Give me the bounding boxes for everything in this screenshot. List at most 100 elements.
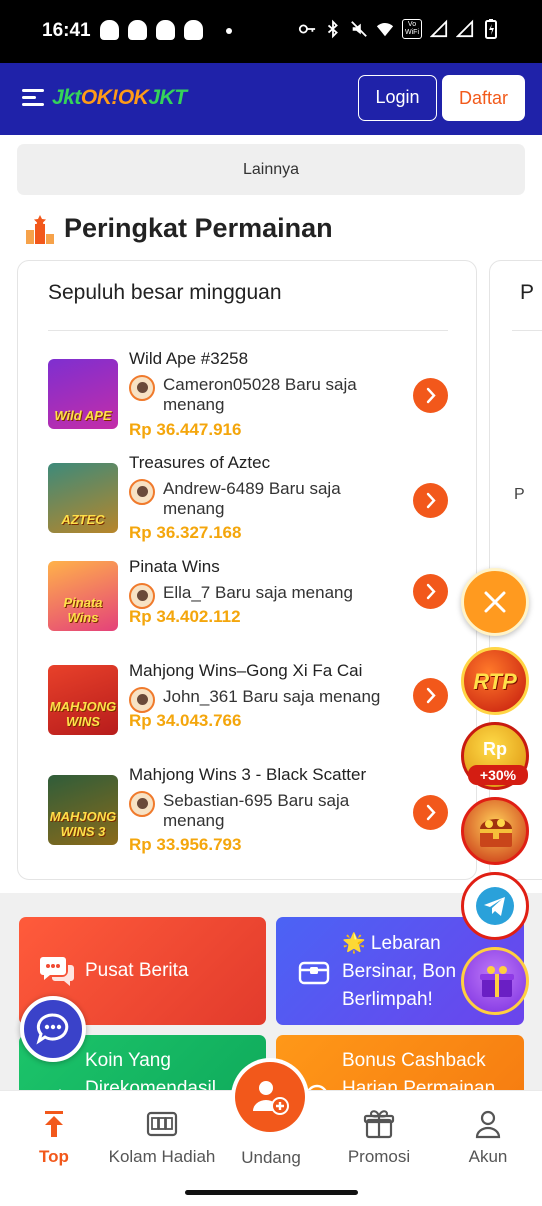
tile-label-line1: 🌟 Lebaran: [342, 933, 441, 954]
winner-info: Ella_7 Baru saja menang: [129, 583, 403, 609]
snapchat-icon: [184, 20, 203, 40]
home-indicator[interactable]: [185, 1190, 358, 1195]
weekly-top-ten-card: Sepuluh besar mingguan Wild APE Wild Ape…: [17, 260, 477, 880]
thumbnail-text: Pinata Wins: [63, 595, 103, 625]
register-button[interactable]: Daftar: [442, 75, 525, 121]
thumbnail-text: MAHJONG WINS 3: [49, 809, 117, 839]
invite-button-inner[interactable]: [235, 1062, 305, 1132]
menu-icon[interactable]: [22, 87, 46, 109]
thumbnail-text: AZTEC: [61, 512, 105, 527]
game-thumbnail[interactable]: AZTEC: [48, 463, 118, 533]
app-header: JktOK!OKJKT Login Daftar: [0, 63, 542, 135]
card-title: P: [520, 281, 535, 304]
prize-amount: Rp 36.327.168: [129, 523, 242, 542]
close-floating-menu-button[interactable]: [461, 568, 529, 636]
close-icon: [484, 591, 506, 613]
avatar: [129, 687, 155, 713]
tile-label: Pusat Berita: [85, 960, 189, 981]
snapchat-icon: [128, 20, 147, 40]
nav-top[interactable]: Top: [0, 1091, 108, 1175]
arrow-up-top-icon: [45, 1111, 63, 1137]
mute-icon: [351, 21, 367, 37]
winner-info: Sebastian-695 Baru saja menang: [129, 791, 373, 831]
battery-icon: [485, 19, 497, 39]
game-thumbnail[interactable]: Pinata Wins: [48, 561, 118, 631]
item-arrow-button[interactable]: [413, 574, 448, 609]
winner-text: Ella_7 Baru saja menang: [163, 583, 353, 602]
rtp-button[interactable]: RTP: [461, 647, 529, 715]
item-arrow-button[interactable]: [413, 378, 448, 413]
customer-service-button[interactable]: [20, 996, 86, 1062]
rp-label: Rp: [483, 739, 507, 759]
tile-label-line3: Berlimpah!: [342, 989, 433, 1010]
divider: [48, 330, 448, 331]
winner-text: John_361 Baru saja menang: [163, 687, 381, 706]
treasure-chest-icon: [480, 819, 512, 847]
nav-account[interactable]: Akun: [434, 1091, 542, 1175]
nav-label: Promosi: [347, 1147, 411, 1166]
telegram-icon: [476, 887, 514, 925]
bluetooth-icon: [327, 19, 338, 39]
gift-icon: [363, 1110, 395, 1139]
gift-box-icon: [480, 966, 514, 997]
nav-promotions[interactable]: Promosi: [325, 1091, 433, 1175]
avatar: [129, 479, 155, 505]
logo-part3: !OK: [111, 86, 149, 109]
logo-part2: OK: [80, 86, 112, 109]
lainnya-button[interactable]: Lainnya: [17, 144, 525, 195]
treasure-chest-button[interactable]: [461, 797, 529, 865]
vpn-key-icon: [298, 24, 316, 34]
signal-icon: [430, 19, 448, 38]
game-name: Wild Ape #3258: [129, 349, 249, 368]
winner-text: Sebastian-695 Baru saja menang: [163, 791, 350, 830]
chevron-right-icon: [426, 387, 436, 404]
notification-icons: [100, 20, 232, 40]
game-name: Mahjong Wins 3 - Black Scatter: [129, 765, 367, 784]
podium-icon: [26, 214, 54, 244]
item-arrow-button[interactable]: [413, 678, 448, 713]
logo-part4: JKT: [148, 86, 187, 109]
game-name: Mahjong Wins–Gong Xi Fa Cai: [129, 661, 363, 680]
telegram-button[interactable]: [461, 872, 529, 940]
brand-logo[interactable]: JktOK!OKJKT: [52, 86, 187, 110]
thumbnail-text: MAHJONG WINS: [49, 699, 117, 729]
login-button[interactable]: Login: [358, 75, 437, 121]
user-icon: [475, 1110, 501, 1139]
winner-text: Andrew-6489 Baru saja menang: [163, 479, 341, 518]
wifi-icon: [376, 23, 394, 37]
avatar: [129, 791, 155, 817]
tile-label-line1: Bonus Cashback: [342, 1050, 486, 1071]
winner-text: Cameron05028 Baru saja menang: [163, 375, 357, 414]
prize-amount: Rp 36.447.916: [129, 420, 242, 439]
item-arrow-button[interactable]: [413, 795, 448, 830]
nav-label: Kolam Hadiah: [108, 1147, 216, 1166]
add-user-icon: [253, 1081, 289, 1115]
signal-icon: [456, 19, 474, 38]
winner-info: Cameron05028 Baru saja menang: [129, 375, 373, 415]
nav-prize-pool[interactable]: Kolam Hadiah: [108, 1091, 216, 1175]
status-time: 16:41: [42, 20, 91, 41]
avatar: [129, 583, 155, 609]
vowifi-icon: Vo WiFi: [402, 19, 422, 39]
slot-machine-icon: [146, 1111, 178, 1137]
status-bar: 16:41 Vo WiFi: [0, 0, 542, 63]
deposit-bonus-button[interactable]: Rp +30%: [461, 722, 529, 790]
prize-amount: Rp 34.402.112: [129, 607, 241, 626]
divider: [512, 330, 542, 331]
item-arrow-button[interactable]: [413, 483, 448, 518]
chat-bubbles-icon: [40, 957, 74, 986]
chat-support-icon: [36, 1013, 69, 1045]
logo-part1: Jkt: [52, 86, 81, 109]
chevron-right-icon: [426, 804, 436, 821]
bonus-percent-label: +30%: [468, 765, 528, 785]
game-thumbnail[interactable]: MAHJONG WINS 3: [48, 775, 118, 845]
game-thumbnail[interactable]: MAHJONG WINS: [48, 665, 118, 735]
card-peek-text: P: [514, 486, 525, 503]
chevron-right-icon: [426, 583, 436, 600]
gesture-bar: [0, 1174, 542, 1206]
invite-button[interactable]: [231, 1058, 309, 1136]
winner-info: Andrew-6489 Baru saja menang: [129, 479, 373, 519]
vowifi-line1: Vo: [407, 21, 417, 28]
game-thumbnail[interactable]: Wild APE: [48, 359, 118, 429]
gift-box-button[interactable]: [461, 947, 529, 1015]
